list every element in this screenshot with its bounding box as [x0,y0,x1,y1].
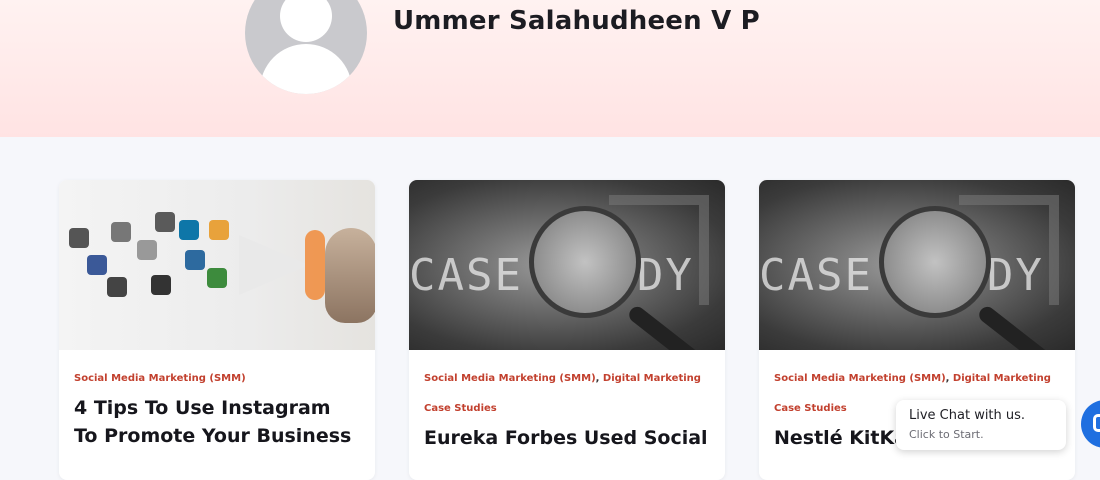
magnifier-handle-icon [976,303,1057,350]
megaphone-rim-shape [305,230,325,300]
post-categories: Social Media Marketing (SMM), Digital Ma… [424,373,701,414]
news-icon [137,240,157,260]
magnifier-handle-icon [626,303,707,350]
chat-bubble-icon [209,220,229,240]
post-thumbnail[interactable]: CASE STUDY [409,180,725,350]
post-thumbnail[interactable] [59,180,375,350]
rss-icon [107,277,127,297]
live-chat-prompt[interactable]: Live Chat with us. Click to Start. [896,400,1066,450]
social-icon [69,228,89,248]
avatar-shoulders-shape [260,44,352,94]
category-link[interactable]: Social Media Marketing (SMM) [424,373,596,384]
facebook-icon [87,255,107,275]
contact-icon [151,275,171,295]
post-title[interactable]: 4 Tips To Use Instagram To Promote Your … [74,394,360,450]
chat-subtitle: Click to Start. [909,428,984,441]
avatar [245,0,367,94]
post-title[interactable]: Eureka Forbes Used Social [424,424,710,452]
statue-face-image [325,228,375,323]
category-link[interactable]: Social Media Marketing (SMM) [774,373,946,384]
post-card[interactable]: Social Media Marketing (SMM) 4 Tips To U… [59,180,375,480]
magnifier-lens-icon [529,206,641,318]
category-link[interactable]: Social Media Marketing (SMM) [74,373,246,384]
chat-title: Live Chat with us. [909,408,1026,423]
post-card[interactable]: CASE STUDY Social Media Marketing (SMM),… [409,180,725,480]
megaphone-icon [239,235,309,295]
document-icon [155,212,175,232]
avatar-head-shape [280,0,332,42]
linkedin-icon [179,220,199,240]
magnifier-lens-icon [879,206,991,318]
globe-icon [185,250,205,270]
post-categories: Social Media Marketing (SMM) [74,364,360,394]
chat-icon [1093,414,1100,432]
chrome-icon [207,268,227,288]
author-header: Ummer Salahudheen V P [0,0,1100,137]
post-thumbnail[interactable]: CASE STUDY [759,180,1075,350]
author-name: Ummer Salahudheen V P [393,6,760,36]
chat-icon [111,222,131,242]
